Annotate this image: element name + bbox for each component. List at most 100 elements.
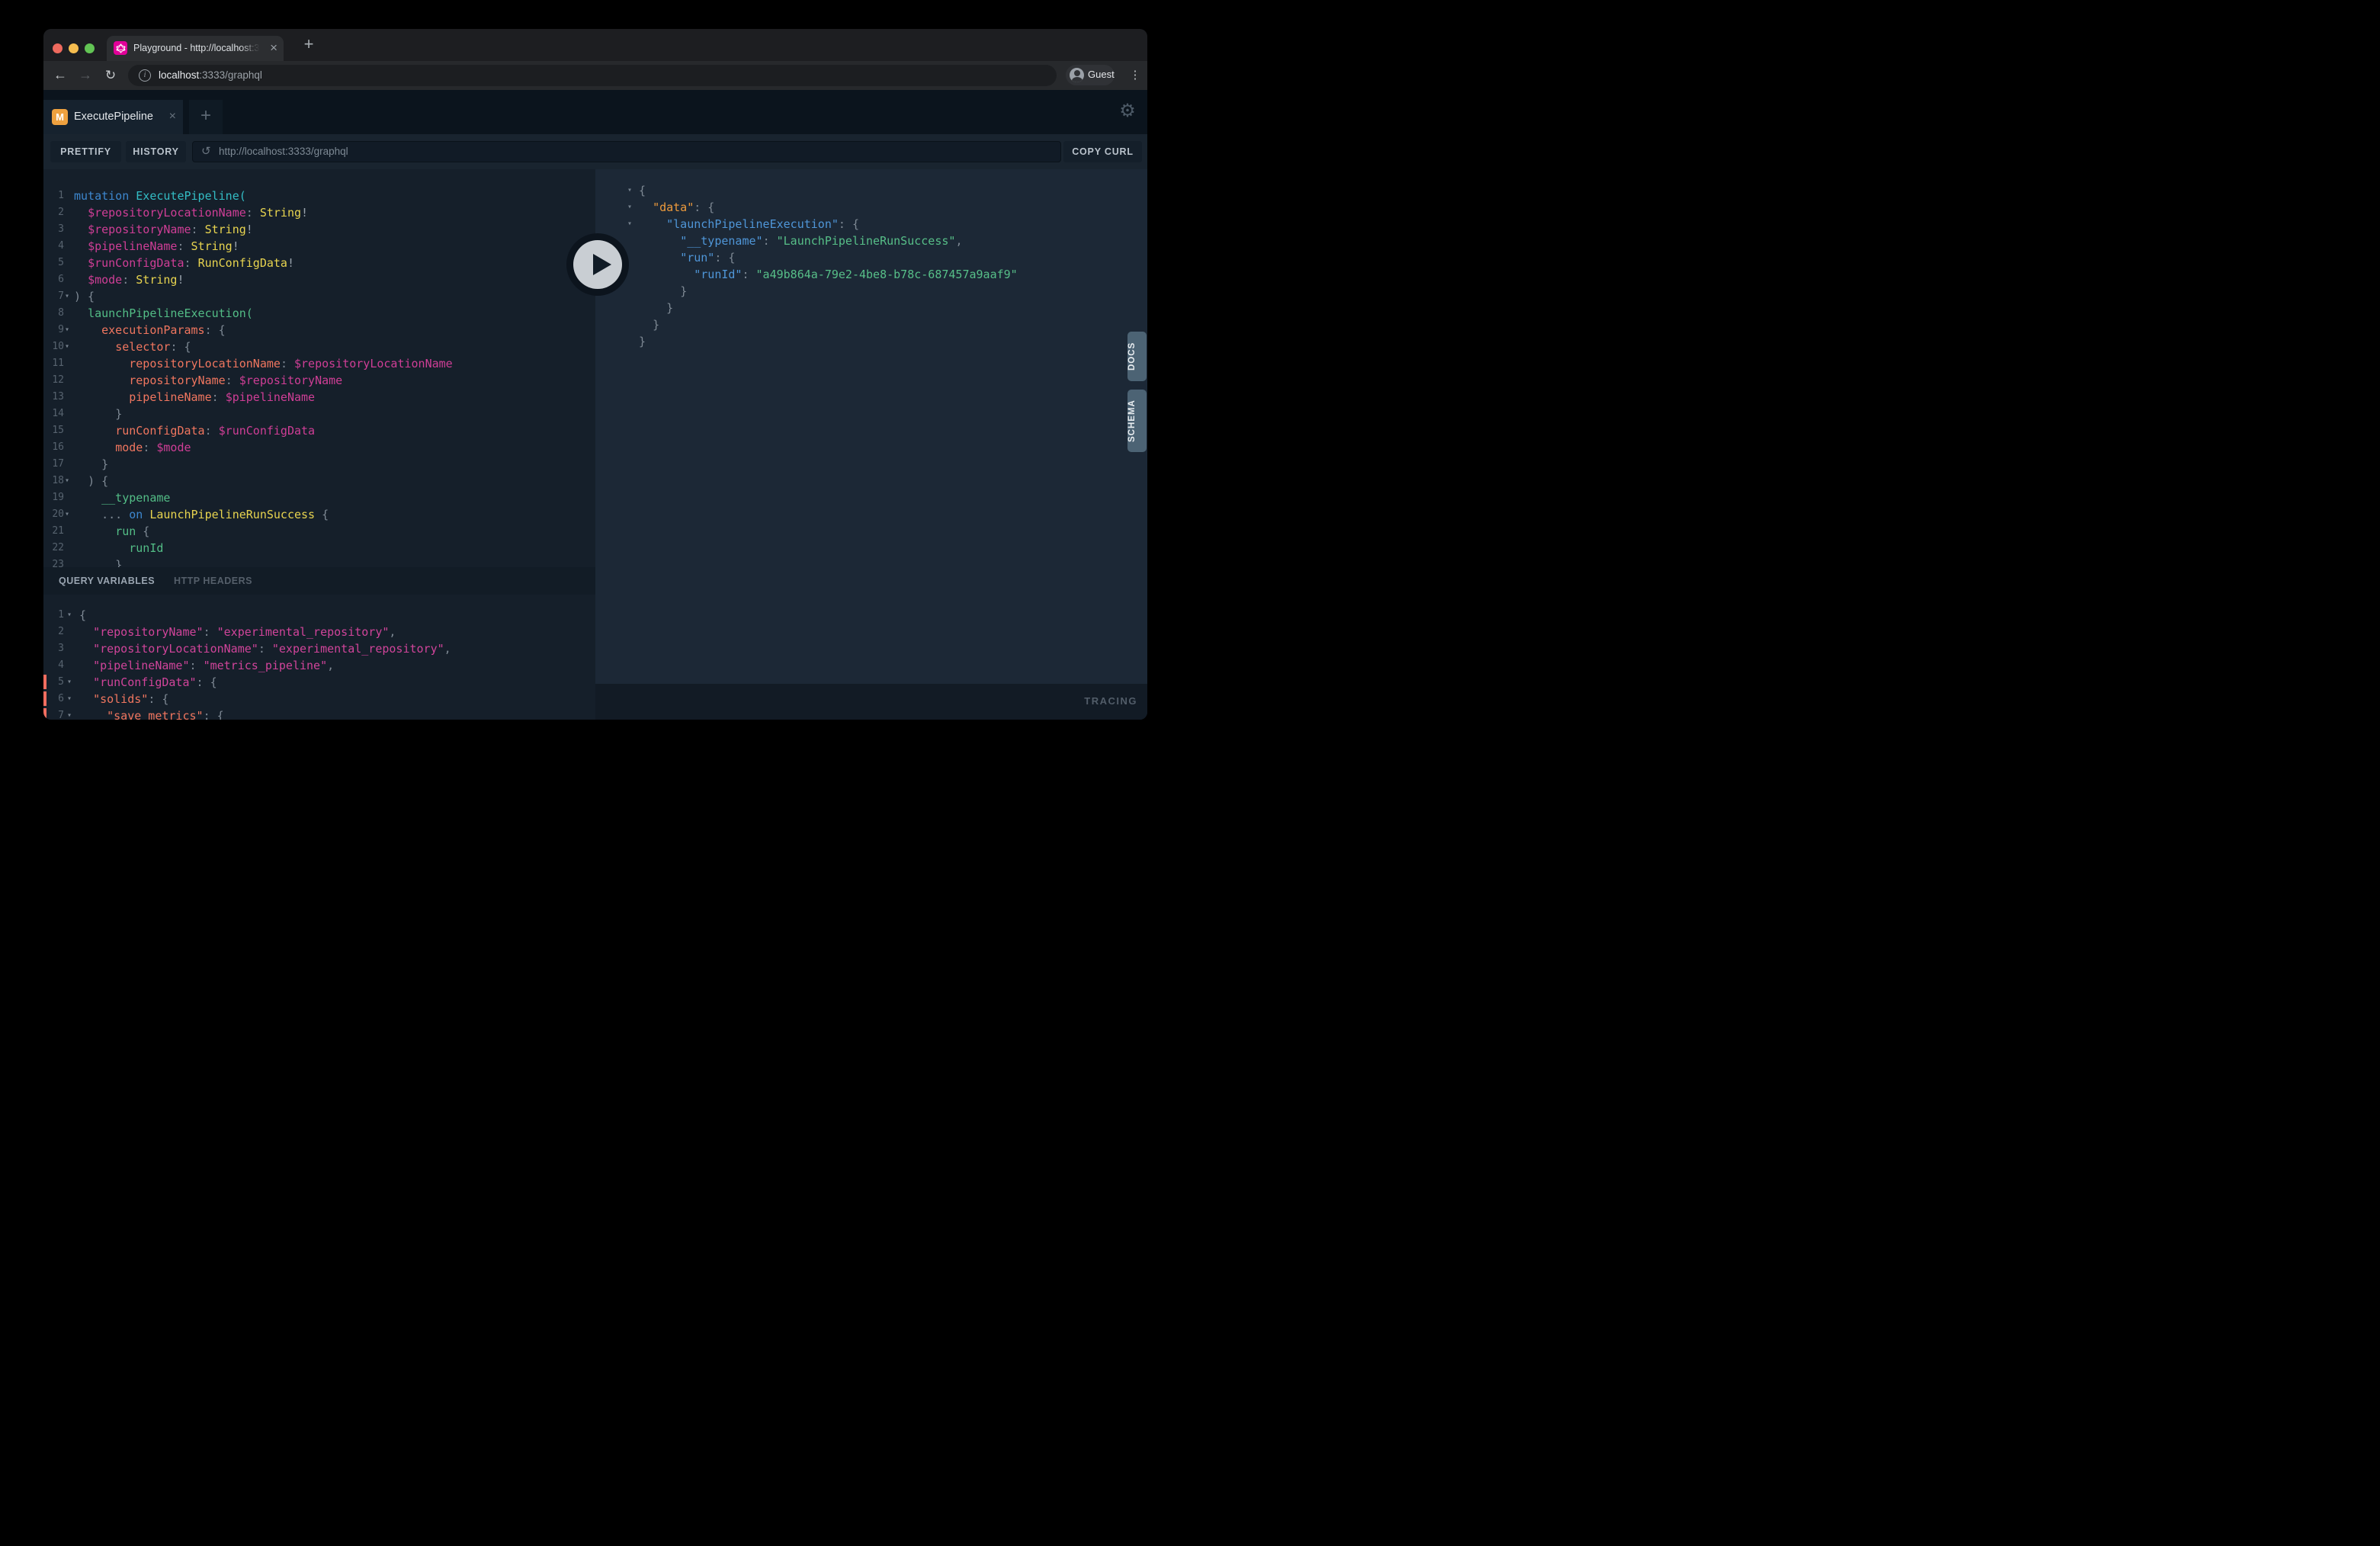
- line-number: 12: [43, 372, 64, 389]
- avatar-icon: [1070, 68, 1084, 82]
- line-number: 21: [43, 523, 64, 540]
- fold-arrow-icon[interactable]: ▾: [627, 199, 632, 216]
- fold-arrow-icon[interactable]: ▾: [67, 674, 72, 691]
- code-line: 6▾ "solids": {: [43, 691, 595, 707]
- fold-arrow-icon[interactable]: ▾: [627, 216, 632, 233]
- tab-query-variables[interactable]: QUERY VARIABLES: [59, 567, 155, 595]
- code-line: 16 mode: $mode: [43, 439, 595, 456]
- minimize-window-button[interactable]: [69, 43, 79, 53]
- editor-pane: 1mutation ExecutePipeline(2 $repositoryL…: [43, 169, 595, 720]
- endpoint-url: http://localhost:3333/graphql: [219, 142, 348, 162]
- response-pane: ▾{▾ "data": {▾ "launchPipelineExecution"…: [595, 169, 1147, 720]
- code-line: 13 pipelineName: $pipelineName: [43, 389, 595, 406]
- error-marker: [43, 708, 47, 720]
- line-number: 22: [43, 540, 64, 556]
- code-line: 1mutation ExecutePipeline(: [43, 188, 595, 204]
- line-number: 13: [43, 389, 64, 406]
- code-line: 23 }: [43, 556, 595, 567]
- endpoint-history-icon[interactable]: ↺: [201, 142, 211, 162]
- line-number: 20: [43, 506, 64, 523]
- tab-docs[interactable]: DOCS: [1127, 332, 1147, 381]
- code-line: }: [595, 283, 1147, 300]
- line-number: 2: [43, 624, 64, 640]
- code-line: ▾{: [595, 182, 1147, 199]
- session-close-icon[interactable]: ×: [169, 100, 176, 134]
- fold-arrow-icon[interactable]: ▾: [65, 473, 69, 489]
- code-line: 1▾{: [43, 607, 595, 624]
- code-line: 11 repositoryLocationName: $repositoryLo…: [43, 355, 595, 372]
- settings-gear-icon[interactable]: ⚙: [1117, 90, 1138, 134]
- code-line: ▾ "data": {: [595, 199, 1147, 216]
- profile-button[interactable]: Guest: [1066, 65, 1115, 85]
- code-line: 7▾ "save_metrics": {: [43, 707, 595, 720]
- play-icon: [573, 240, 622, 289]
- browser-titlebar: Playground - http://localhost:3 × +: [43, 29, 1147, 61]
- playground-tabbar: M ExecutePipeline × + ⚙: [43, 90, 1147, 134]
- code-line: 5▾ "runConfigData": {: [43, 674, 595, 691]
- tab-title-fade: [240, 36, 266, 61]
- line-number: 18: [43, 473, 64, 489]
- fold-arrow-icon[interactable]: ▾: [65, 506, 69, 523]
- fold-arrow-icon[interactable]: ▾: [65, 288, 69, 305]
- fold-arrow-icon[interactable]: ▾: [65, 338, 69, 355]
- line-number: 1: [43, 188, 64, 204]
- tab-execute-pipeline[interactable]: M ExecutePipeline ×: [43, 100, 183, 134]
- code-line: 2 "repositoryName": "experimental_reposi…: [43, 624, 595, 640]
- code-line: 5 $runConfigData: RunConfigData!: [43, 255, 595, 271]
- line-number: 5: [43, 255, 64, 271]
- fold-arrow-icon[interactable]: ▾: [67, 607, 72, 624]
- history-button[interactable]: HISTORY: [126, 141, 186, 162]
- fullscreen-window-button[interactable]: [85, 43, 95, 53]
- endpoint-input[interactable]: ↺ http://localhost:3333/graphql: [192, 141, 1061, 162]
- tab-schema[interactable]: SCHEMA: [1127, 390, 1147, 452]
- line-number: 3: [43, 640, 64, 657]
- fold-arrow-icon[interactable]: ▾: [65, 322, 69, 338]
- tab-http-headers[interactable]: HTTP HEADERS: [174, 567, 252, 595]
- code-line: 15 runConfigData: $runConfigData: [43, 422, 595, 439]
- code-line: 21 run {: [43, 523, 595, 540]
- line-number: 3: [43, 221, 64, 238]
- browser-menu-icon[interactable]: ⋮: [1127, 61, 1143, 90]
- new-session-button[interactable]: +: [189, 100, 223, 134]
- code-line: 7▾) {: [43, 288, 595, 305]
- line-number: 5: [43, 674, 64, 691]
- line-number: 23: [43, 556, 64, 567]
- response-viewer: ▾{▾ "data": {▾ "launchPipelineExecution"…: [595, 169, 1147, 350]
- back-icon[interactable]: ←: [53, 61, 68, 90]
- address-bar[interactable]: i localhost:3333/graphql: [128, 65, 1057, 86]
- forward-icon[interactable]: →: [78, 61, 93, 90]
- code-line: 18▾ ) {: [43, 473, 595, 489]
- code-line: 17 }: [43, 456, 595, 473]
- fold-arrow-icon[interactable]: ▾: [627, 182, 632, 199]
- playground-main: 1mutation ExecutePipeline(2 $repositoryL…: [43, 169, 1147, 720]
- profile-label: Guest: [1088, 65, 1115, 85]
- tab-close-icon[interactable]: ×: [270, 36, 277, 61]
- code-line: 14 }: [43, 406, 595, 422]
- site-info-icon[interactable]: i: [139, 69, 151, 82]
- line-number: 16: [43, 439, 64, 456]
- variables-editor[interactable]: 1▾{2 "repositoryName": "experimental_rep…: [43, 595, 595, 720]
- close-window-button[interactable]: [53, 43, 63, 53]
- fold-arrow-icon[interactable]: ▾: [67, 691, 72, 707]
- tracing-bar: TRACING: [595, 684, 1147, 720]
- code-line: 8 launchPipelineExecution(: [43, 305, 595, 322]
- code-line: 3 "repositoryLocationName": "experimenta…: [43, 640, 595, 657]
- query-editor[interactable]: 1mutation ExecutePipeline(2 $repositoryL…: [43, 169, 595, 567]
- session-tab-title: ExecutePipeline: [74, 100, 153, 134]
- prettify-button[interactable]: PRETTIFY: [50, 141, 121, 162]
- line-number: 9: [43, 322, 64, 338]
- code-line: 9▾ executionParams: {: [43, 322, 595, 338]
- line-number: 15: [43, 422, 64, 439]
- line-number: 7: [43, 288, 64, 305]
- url-text: localhost:3333/graphql: [159, 65, 262, 86]
- execute-query-button[interactable]: [566, 233, 629, 296]
- code-line: 6 $mode: String!: [43, 271, 595, 288]
- reload-icon[interactable]: ↻: [103, 61, 118, 90]
- new-tab-button[interactable]: +: [296, 32, 322, 58]
- tracing-toggle[interactable]: TRACING: [1084, 684, 1137, 720]
- copy-curl-button[interactable]: COPY CURL: [1063, 141, 1142, 162]
- fold-arrow-icon[interactable]: ▾: [67, 707, 72, 720]
- browser-tab[interactable]: Playground - http://localhost:3 ×: [107, 36, 284, 61]
- playground-toolbar: PRETTIFY HISTORY ↺ http://localhost:3333…: [43, 134, 1147, 169]
- line-number: 10: [43, 338, 64, 355]
